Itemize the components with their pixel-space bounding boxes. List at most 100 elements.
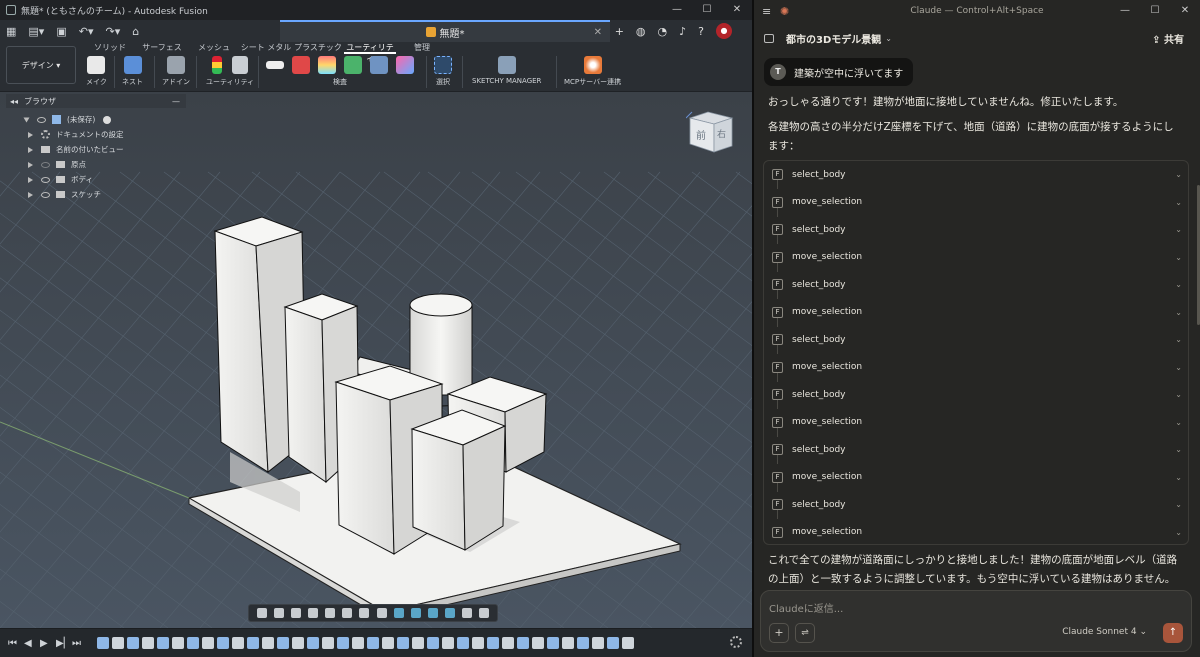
new-tab-icon[interactable]: + bbox=[615, 25, 624, 38]
timeline-feature[interactable] bbox=[232, 637, 244, 649]
tab-sheet-metal[interactable]: シート メタル bbox=[240, 42, 292, 54]
timeline-feature[interactable] bbox=[382, 637, 394, 649]
chevron-down-icon[interactable]: ⌄ bbox=[1175, 528, 1182, 537]
share-button[interactable]: ⇪ 共有 bbox=[1152, 31, 1184, 46]
tree-item-bodies[interactable]: ボディ bbox=[24, 172, 124, 187]
app-grid-icon[interactable]: ▦ bbox=[0, 25, 22, 38]
tool-call-row[interactable]: Fmove_selection ⌄ bbox=[764, 519, 1188, 545]
expand-icon[interactable] bbox=[28, 176, 33, 183]
tool-call-row[interactable]: Fselect_body ⌄ bbox=[764, 271, 1188, 299]
timeline-feature[interactable] bbox=[97, 637, 109, 649]
timeline-feature[interactable] bbox=[157, 637, 169, 649]
view-cube[interactable]: 前 右 bbox=[686, 108, 736, 158]
timeline-feature[interactable] bbox=[472, 637, 484, 649]
nest-button[interactable]: ネスト bbox=[122, 56, 143, 87]
add-attachment-icon[interactable]: + bbox=[769, 623, 789, 643]
timeline-feature[interactable] bbox=[292, 637, 304, 649]
inspect-button[interactable]: 検査 bbox=[266, 56, 414, 87]
minimize-icon[interactable]: — bbox=[662, 0, 692, 20]
tools-settings-icon[interactable]: ⇌ bbox=[795, 623, 815, 643]
tool-call-row[interactable]: Fselect_body ⌄ bbox=[764, 381, 1188, 409]
utility-button[interactable]: ユーティリティ bbox=[206, 56, 254, 87]
design-workspace-button[interactable]: デザイン ▾ bbox=[6, 46, 76, 84]
tool-call-row[interactable]: Fselect_body ⌄ bbox=[764, 326, 1188, 354]
timeline-feature[interactable] bbox=[577, 637, 589, 649]
sidebar-toggle-icon[interactable] bbox=[764, 33, 774, 43]
reply-input-placeholder[interactable]: Claudeに返信... bbox=[769, 600, 843, 615]
model-selector[interactable]: Claude Sonnet 4 ⌄ bbox=[1062, 627, 1147, 637]
tool-call-row[interactable]: Fmove_selection ⌄ bbox=[764, 244, 1188, 272]
viewports-icon[interactable] bbox=[376, 608, 387, 618]
camera-icon[interactable] bbox=[479, 608, 490, 618]
tree-item-sketches[interactable]: スケッチ bbox=[24, 187, 124, 202]
timeline-feature[interactable] bbox=[172, 637, 184, 649]
tool-call-row[interactable]: Fmove_selection ⌄ bbox=[764, 464, 1188, 492]
timeline-feature[interactable] bbox=[517, 637, 529, 649]
chevron-down-icon[interactable]: ⌄ bbox=[1175, 170, 1182, 179]
expand-icon[interactable] bbox=[23, 117, 30, 122]
timeline-feature[interactable] bbox=[187, 637, 199, 649]
timeline-feature[interactable] bbox=[547, 637, 559, 649]
pan-icon[interactable] bbox=[290, 608, 301, 618]
timeline-feature[interactable] bbox=[622, 637, 634, 649]
redo-icon[interactable]: ↷▾ bbox=[99, 25, 126, 38]
browser-panel-header[interactable]: ◂◂ ブラウザ — bbox=[6, 94, 186, 108]
chevron-down-icon[interactable]: ⌄ bbox=[1175, 473, 1182, 482]
send-button[interactable]: ↑ bbox=[1163, 623, 1183, 643]
visibility-eye-icon[interactable] bbox=[37, 116, 46, 123]
timeline-feature[interactable] bbox=[607, 637, 619, 649]
chevron-down-icon[interactable]: ⌄ bbox=[1175, 390, 1182, 399]
timeline-back-icon[interactable]: ◀ bbox=[24, 638, 32, 649]
tool-call-row[interactable]: Fselect_body ⌄ bbox=[764, 161, 1188, 189]
user-avatar[interactable]: ● bbox=[716, 23, 732, 39]
timeline-feature[interactable] bbox=[352, 637, 364, 649]
tool-call-row[interactable]: Fmove_selection ⌄ bbox=[764, 409, 1188, 437]
select-button[interactable]: 選択 bbox=[434, 56, 452, 87]
expand-icon[interactable] bbox=[28, 131, 33, 138]
chevron-down-icon[interactable]: ⌄ bbox=[885, 34, 892, 43]
timeline-feature[interactable] bbox=[322, 637, 334, 649]
timeline-feature[interactable] bbox=[337, 637, 349, 649]
tree-item-root[interactable]: (未保存) bbox=[23, 112, 124, 127]
conversation-title[interactable]: 都市の3Dモデル景観 bbox=[786, 31, 881, 46]
maximize-icon[interactable]: ☐ bbox=[1140, 0, 1170, 22]
visibility-eye-icon[interactable] bbox=[41, 191, 50, 198]
timeline-feature[interactable] bbox=[142, 637, 154, 649]
timeline-feature[interactable] bbox=[532, 637, 544, 649]
chevron-down-icon[interactable]: ⌄ bbox=[1175, 363, 1182, 372]
sketchy-manager-button[interactable]: SKETCHY MANAGER bbox=[472, 56, 541, 85]
timeline-feature[interactable] bbox=[487, 637, 499, 649]
environment-icon[interactable] bbox=[427, 608, 438, 618]
fit-icon[interactable] bbox=[325, 608, 336, 618]
timeline-feature[interactable] bbox=[127, 637, 139, 649]
timeline-feature[interactable] bbox=[502, 637, 514, 649]
timeline-feature[interactable] bbox=[562, 637, 574, 649]
tree-item-document-settings[interactable]: ドキュメントの設定 bbox=[24, 127, 124, 142]
timeline-feature[interactable] bbox=[202, 637, 214, 649]
document-tab[interactable]: 無題* ✕ bbox=[280, 20, 610, 42]
effects-icon[interactable] bbox=[445, 608, 456, 618]
job-status-icon[interactable]: ◔ bbox=[658, 25, 668, 38]
activate-component-icon[interactable] bbox=[103, 115, 112, 124]
display-settings-icon[interactable] bbox=[342, 608, 353, 618]
chevron-down-icon[interactable]: ⌄ bbox=[1175, 335, 1182, 344]
undo-icon[interactable]: ↶▾ bbox=[73, 25, 100, 38]
tab-solid[interactable]: ソリッド bbox=[84, 42, 136, 54]
timeline-feature[interactable] bbox=[412, 637, 424, 649]
tab-plastic[interactable]: プラスチック bbox=[292, 42, 344, 54]
browser-collapse-icon[interactable]: ◂◂ bbox=[10, 97, 18, 106]
object-visibility-icon[interactable] bbox=[462, 608, 473, 618]
chevron-down-icon[interactable]: ⌄ bbox=[1175, 253, 1182, 262]
visual-style-icon[interactable] bbox=[410, 608, 421, 618]
tool-call-row[interactable]: Fselect_body ⌄ bbox=[764, 436, 1188, 464]
reply-input-box[interactable]: Claudeに返信... + ⇌ Claude Sonnet 4 ⌄ ↑ bbox=[760, 590, 1192, 652]
timeline-feature[interactable] bbox=[112, 637, 124, 649]
chevron-down-icon[interactable]: ⌄ bbox=[1175, 418, 1182, 427]
help-icon[interactable]: ? bbox=[698, 25, 704, 38]
timeline-feature[interactable] bbox=[217, 637, 229, 649]
tool-call-row[interactable]: Fmove_selection ⌄ bbox=[764, 189, 1188, 217]
expand-icon[interactable] bbox=[28, 191, 33, 198]
close-tab-icon[interactable]: ✕ bbox=[594, 27, 602, 38]
chevron-down-icon[interactable]: ⌄ bbox=[1175, 500, 1182, 509]
home-icon[interactable]: ⌂ bbox=[126, 25, 145, 38]
